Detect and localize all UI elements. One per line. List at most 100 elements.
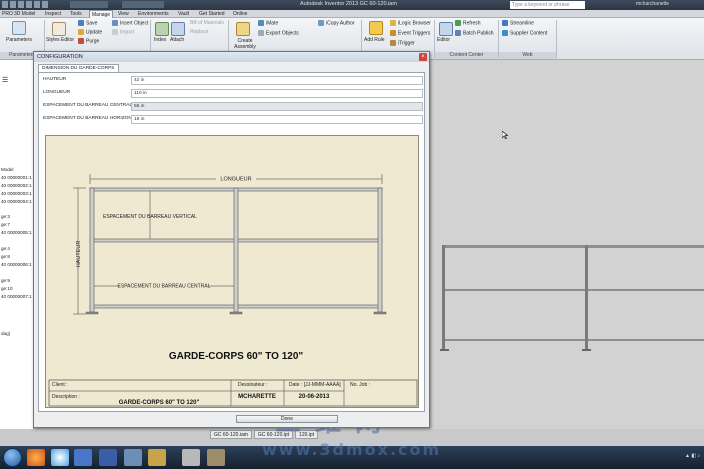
browser-item[interactable]: 40 00000004:1	[1, 199, 32, 204]
tab-view[interactable]: View	[116, 10, 131, 18]
parameters-icon[interactable]	[12, 21, 26, 35]
field-longueur: LONGUEUR 110 in	[42, 89, 423, 98]
styles-editor-icon[interactable]	[52, 22, 66, 36]
material-dropdown[interactable]	[70, 1, 108, 8]
refresh-button[interactable]: Refresh	[455, 20, 481, 27]
insert-object-label: Insert Object	[120, 20, 149, 27]
model-browser[interactable]: ☰ Model 40 00000001:1 40 00000002:1 40 0…	[0, 60, 34, 429]
browser-item[interactable]: ge:8	[1, 254, 10, 259]
browser-item[interactable]: ge:4	[1, 246, 10, 251]
hauteur-input[interactable]: 42 in	[131, 76, 423, 85]
styles-editor-button[interactable]: Styles Editor	[46, 37, 74, 44]
tab-vault[interactable]: Vault	[176, 10, 191, 18]
browser-item[interactable]: Model	[1, 167, 14, 172]
tab-3d-model[interactable]: 3D Model	[12, 10, 37, 18]
replace-button[interactable]: Replace	[190, 29, 208, 36]
insert-object-button[interactable]: Insert Object	[112, 20, 148, 27]
espacement-central-input[interactable]: 55 in	[131, 102, 423, 111]
tab-tools[interactable]: Tools	[68, 10, 84, 18]
center-post	[585, 245, 588, 349]
streamline-button[interactable]: Streamline	[502, 20, 534, 27]
browser-item[interactable]: 40 00000002:1	[1, 183, 32, 188]
system-tray[interactable]: ▲ ◧ ♪	[685, 453, 700, 459]
facebook-icon[interactable]	[99, 449, 117, 466]
google-icon[interactable]	[74, 449, 92, 466]
tab-inspect[interactable]: Inspect	[43, 10, 63, 18]
drawing-left-post	[89, 187, 95, 313]
autocad-icon[interactable]	[207, 449, 225, 466]
graphics-viewport[interactable]	[430, 60, 704, 429]
editor-icon[interactable]	[439, 22, 453, 36]
ilogic-browser-button[interactable]: iLogic Browser	[390, 20, 431, 27]
doc-tab[interactable]: GC 60-120.iam	[210, 430, 252, 439]
index-icon[interactable]	[155, 22, 169, 36]
chrome-icon[interactable]	[51, 449, 69, 466]
browser-item[interactable]: 40 00000006:1	[1, 262, 32, 267]
attach-icon[interactable]	[171, 22, 185, 36]
parameters-button[interactable]: Parameters	[6, 37, 32, 44]
add-rule-icon[interactable]	[369, 21, 383, 35]
appearance-dropdown[interactable]	[122, 1, 164, 8]
imate-button[interactable]: iMate	[258, 20, 278, 27]
browser-item[interactable]: ge:9	[1, 278, 10, 283]
save-icon	[78, 20, 84, 26]
railing-3d-model[interactable]	[440, 241, 704, 353]
browser-menu-icon[interactable]: ☰	[2, 76, 8, 84]
tab-environments[interactable]: Environments	[136, 10, 171, 18]
new-icon[interactable]	[10, 1, 16, 8]
browser-item[interactable]: ge:3	[1, 214, 10, 219]
done-button[interactable]: Done	[236, 415, 338, 423]
add-rule-button[interactable]: Add Rule	[364, 37, 385, 44]
outlook-icon[interactable]	[124, 449, 142, 466]
editor-button[interactable]: Editor	[437, 37, 450, 44]
inventor-icon[interactable]	[182, 449, 200, 466]
longueur-input[interactable]: 110 in	[131, 89, 423, 98]
itrigger-button[interactable]: iTrigger	[390, 40, 415, 47]
save-icon[interactable]	[26, 1, 32, 8]
close-icon[interactable]: ×	[419, 53, 427, 61]
streamline-icon	[502, 20, 508, 26]
tab-manage[interactable]: Manage	[89, 10, 114, 18]
user-name[interactable]: mcharchanette	[636, 1, 669, 7]
insert-object-icon	[112, 20, 118, 26]
configuration-dialog: CONFIGURATION × DIMENSION DU GARDE-CORPS…	[33, 51, 430, 428]
import-icon	[112, 29, 118, 35]
explorer-icon[interactable]	[148, 449, 166, 466]
browser-item[interactable]: ge:7	[1, 222, 10, 227]
start-button[interactable]	[3, 448, 22, 467]
create-assembly-button[interactable]: Create Assembly	[230, 38, 260, 50]
import-button[interactable]: Import	[112, 29, 134, 36]
search-input[interactable]: Type a keyword or phrase	[510, 1, 585, 9]
browser-item[interactable]: ge:10	[1, 286, 13, 291]
browser-item[interactable]: 40 00000007:1	[1, 294, 32, 299]
browser-item[interactable]: dag)	[1, 331, 10, 336]
undo-icon[interactable]	[34, 1, 40, 8]
attach-button[interactable]: Attach	[170, 37, 184, 44]
espacement-horizontal-input[interactable]: 18 in	[131, 115, 423, 124]
supplier-content-button[interactable]: Supplier Content	[502, 30, 547, 37]
description-label: Description :	[52, 394, 80, 400]
index-button[interactable]: Index	[154, 37, 166, 44]
base-plate	[582, 349, 591, 351]
export-objects-button[interactable]: Export Objects	[258, 30, 299, 37]
bom-button[interactable]: Bill of Materials	[190, 20, 224, 27]
purge-button[interactable]: Purge	[78, 38, 99, 45]
browser-item[interactable]: 40 00000001:1	[1, 175, 32, 180]
tab-online[interactable]: Online	[231, 10, 249, 18]
create-assembly-icon[interactable]	[236, 22, 250, 36]
event-triggers-button[interactable]: Event Triggers	[390, 30, 430, 37]
firefox-icon[interactable]	[27, 449, 45, 466]
tab-get-started[interactable]: Get Started	[197, 10, 227, 18]
browser-item[interactable]: 40 00000005:1	[1, 230, 32, 235]
drawing-base-plate	[229, 311, 243, 315]
icopy-author-button[interactable]: iCopy Author	[318, 20, 355, 27]
open-icon[interactable]	[18, 1, 24, 8]
app-menu-icon[interactable]	[2, 1, 8, 8]
tab-dimension[interactable]: DIMENSION DU GARDE-CORPS	[38, 64, 119, 72]
update-button[interactable]: Update	[78, 29, 102, 36]
batch-publish-button[interactable]: Batch Publish	[455, 30, 494, 37]
quick-access-toolbar[interactable]	[2, 1, 48, 8]
redo-icon[interactable]	[42, 1, 48, 8]
save-button[interactable]: Save	[78, 20, 97, 27]
browser-item[interactable]: 40 00000003:1	[1, 191, 32, 196]
